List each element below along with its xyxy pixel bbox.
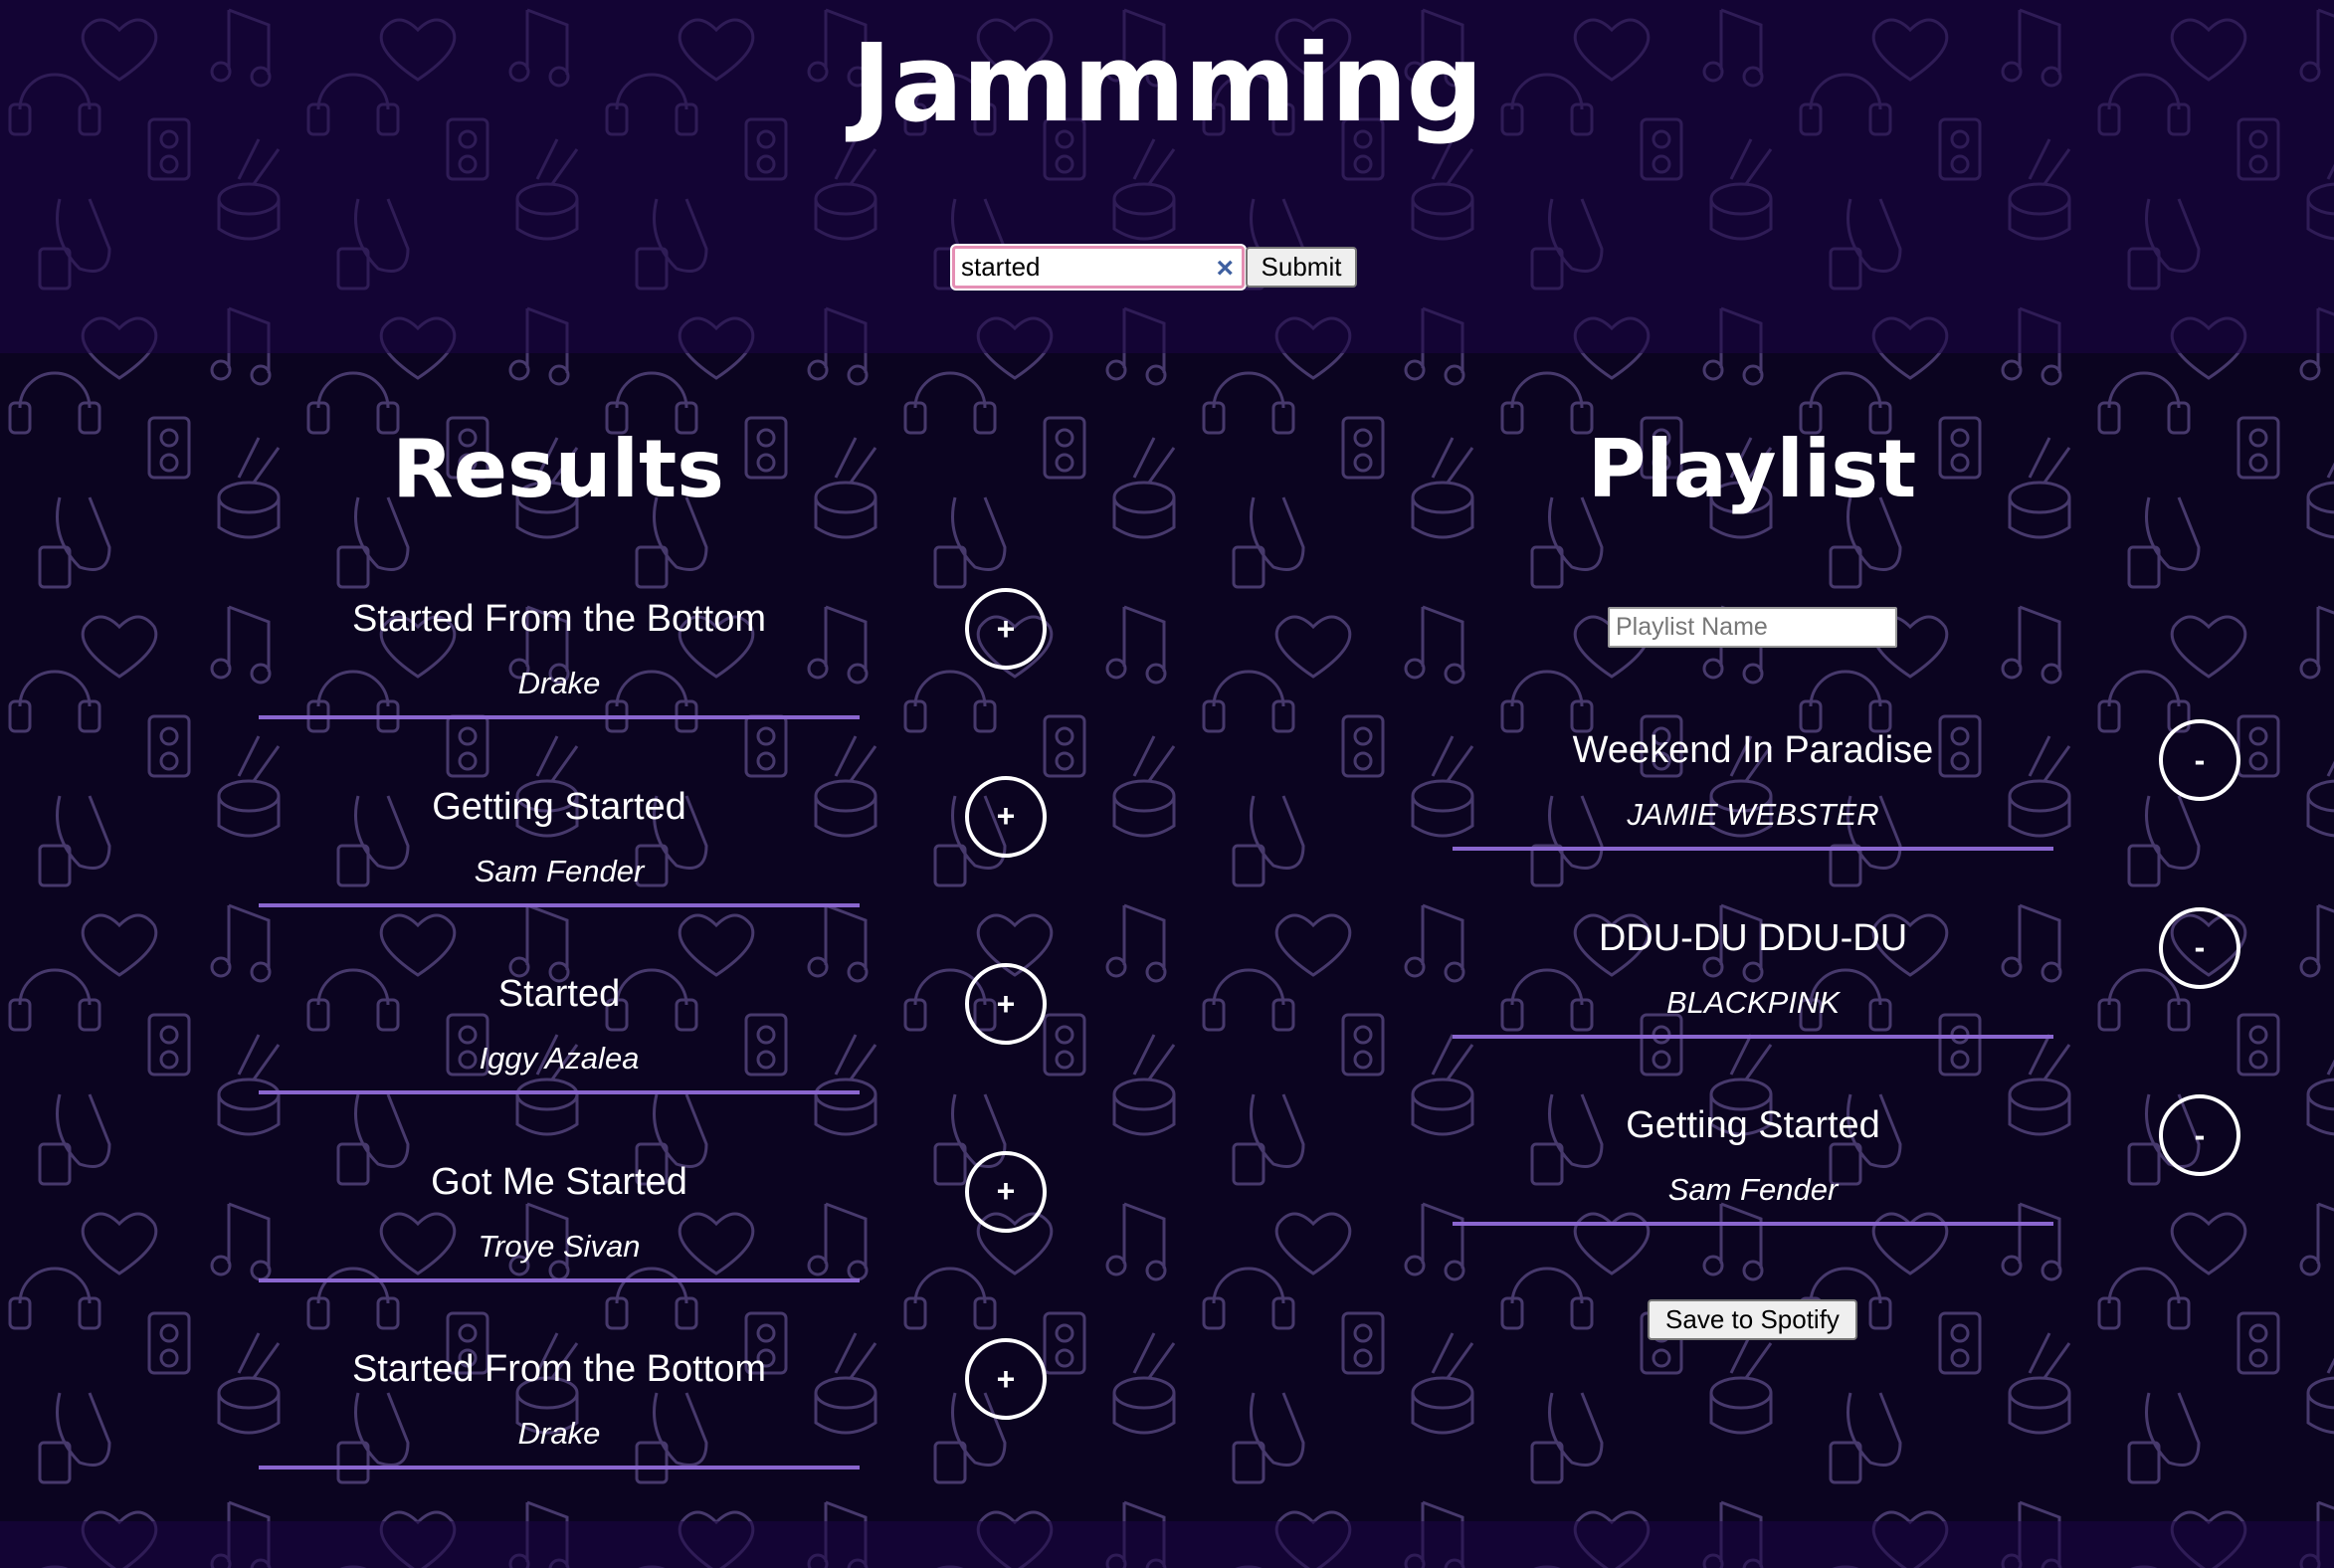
results-heading: Results (392, 423, 724, 515)
track-artist: Sam Fender (1667, 1172, 1839, 1207)
search-field[interactable]: × (952, 246, 1245, 289)
clear-search-icon[interactable]: × (1216, 252, 1234, 286)
track-artist: Iggy Azalea (479, 1041, 640, 1076)
track-artist: Sam Fender (474, 853, 645, 888)
track-divider (259, 1466, 860, 1470)
add-track-button[interactable]: + (965, 1150, 1047, 1233)
track-artist: Drake (517, 666, 601, 700)
track-artist: JAMIE WEBSTER (1627, 797, 1879, 832)
add-track-button[interactable]: + (965, 963, 1047, 1045)
add-track-button[interactable]: + (965, 588, 1047, 670)
playlist-heading: Playlist (1587, 423, 1917, 515)
track-name: Getting Started (1626, 1104, 1880, 1146)
track-divider (1453, 1034, 2053, 1039)
track-name: Got Me Started (431, 1160, 687, 1203)
search-input[interactable] (955, 249, 1206, 286)
add-track-button[interactable]: + (965, 1338, 1047, 1420)
playlist-name-input[interactable] (1608, 607, 1897, 648)
footer-band (0, 1521, 2334, 1568)
track-artist: BLACKPINK (1665, 984, 1840, 1020)
remove-track-button[interactable]: - (2159, 1094, 2240, 1176)
track-artist: Troye Sivan (478, 1228, 641, 1264)
save-to-spotify-button[interactable]: Save to Spotify (1648, 1299, 1857, 1340)
remove-track-button[interactable]: - (2159, 719, 2240, 801)
add-track-button[interactable]: + (965, 775, 1047, 858)
track-divider (1453, 1222, 2053, 1226)
track-divider (259, 902, 860, 907)
track-name: DDU-DU DDU-DU (1598, 916, 1908, 959)
track-name: Started From the Bottom (351, 1348, 767, 1390)
submit-button[interactable]: Submit (1246, 247, 1357, 288)
track-name: Getting Started (432, 785, 686, 828)
track-name: Started From the Bottom (351, 598, 767, 640)
track-divider (259, 715, 860, 719)
track-artist: Drake (517, 1416, 601, 1451)
track-name: Started (497, 973, 621, 1015)
track-divider (259, 1090, 860, 1094)
track-divider (1453, 847, 2053, 851)
track-name: Weekend In Paradise (1572, 729, 1934, 771)
app-title: Jammming (852, 22, 1483, 146)
remove-track-button[interactable]: - (2159, 906, 2240, 989)
track-divider (259, 1277, 860, 1282)
